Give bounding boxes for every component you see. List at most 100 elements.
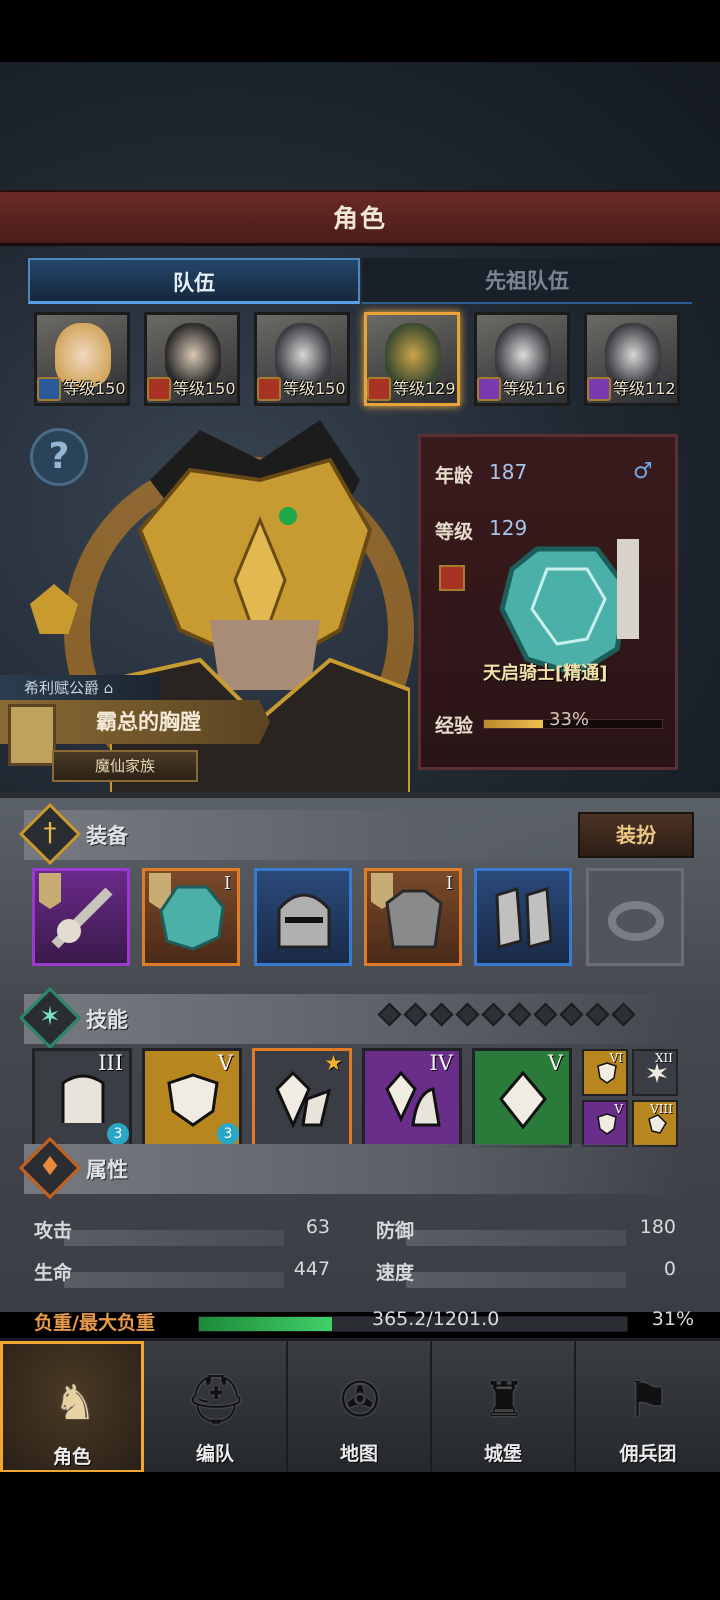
skill-point-pip [429, 1002, 454, 1027]
nav-character[interactable]: ♞ 角色 [0, 1341, 144, 1473]
equipment-title: 装备 [86, 824, 128, 848]
nav-label: 城堡 [483, 1443, 522, 1465]
skill-point-pip [533, 1002, 558, 1027]
nav-mercenaries[interactable]: ⚑ 佣兵团 [576, 1341, 720, 1473]
nav-formation[interactable]: ⛑ 编队 [144, 1341, 288, 1473]
roster-hero-1[interactable]: 等级150 [34, 312, 130, 406]
staff-weapon-icon [51, 887, 113, 949]
hero-level: 等级150 [63, 379, 126, 398]
dagger-icon: † [43, 818, 57, 848]
ring-icon [608, 901, 664, 941]
stat-label: 速度 [376, 1262, 415, 1284]
skill-point-pip [377, 1002, 402, 1027]
help-button[interactable]: ? [30, 428, 88, 486]
compass-icon: ✇ [339, 1372, 381, 1428]
skill-4[interactable]: IV [362, 1048, 462, 1148]
stat-defense: 防御 180 [376, 1216, 676, 1246]
skill-5[interactable]: V [472, 1048, 572, 1148]
nav-label: 佣兵团 [619, 1443, 677, 1465]
family-label: 魔仙家族 [52, 750, 198, 782]
equip-slot-helmet[interactable] [254, 868, 352, 966]
roster-hero-3[interactable]: 等级150 [254, 312, 350, 406]
dress-button[interactable]: 装扮 [578, 812, 694, 858]
load-row: 负重/最大负重 365.2/1201.0 31% [34, 1308, 694, 1338]
bottom-nav: ♞ 角色 ⛑ 编队 ✇ 地图 ♜ 城堡 ⚑ 佣兵团 [0, 1338, 720, 1473]
roster-hero-5[interactable]: 等级116 [474, 312, 570, 406]
load-percent: 31% [651, 1308, 694, 1330]
hero-name: 霸总的胸膛 [96, 710, 201, 734]
skill-rank: VIII [650, 1102, 673, 1116]
skill-points [377, 1002, 688, 1030]
hero-roster: 等级150 等级150 等级150 等级129 等级116 等级112 [34, 312, 684, 408]
stat-label: 攻击 [34, 1220, 73, 1242]
skill-point-pip [559, 1002, 584, 1027]
roster-hero-4[interactable]: 等级129 [364, 312, 460, 406]
tab-team[interactable]: 队伍 [28, 258, 360, 304]
hero-level: 等级112 [613, 379, 676, 398]
stat-speed: 速度 0 [376, 1258, 676, 1288]
stat-bar [64, 1230, 284, 1246]
skill-rank: V [614, 1102, 623, 1116]
level-label: 等级 [435, 521, 474, 543]
page-title: 角色 [332, 204, 387, 233]
stat-value: 180 [639, 1216, 676, 1238]
skill-point-pip [611, 1002, 636, 1027]
skill-rank: V [547, 1051, 563, 1075]
armor-icon [385, 889, 443, 949]
skill-badge: 3 [217, 1123, 239, 1145]
roster-hero-6[interactable]: 等级112 [584, 312, 680, 406]
attributes-title: 属性 [86, 1158, 128, 1182]
shield-icon [597, 1113, 617, 1135]
hero-info-panel: 年龄 187 ♂ 等级 129 天启骑士[精通] 经验 33% [418, 434, 678, 770]
equip-slot-ring[interactable] [586, 868, 684, 966]
passive-skill-4[interactable]: VIII [632, 1100, 678, 1147]
equip-slot-armor[interactable]: I [364, 868, 462, 966]
load-fill [199, 1317, 332, 1331]
passive-skill-2[interactable]: XII [632, 1049, 678, 1096]
exp-percent: 33% [549, 709, 590, 730]
house-label: 希利赋公爵 ⌂ [0, 675, 160, 701]
passive-skill-1[interactable]: VI [582, 1049, 628, 1096]
hero-level: 等级150 [173, 379, 236, 398]
hero-level: 等级116 [503, 379, 566, 398]
equip-slot-shield[interactable]: I [142, 868, 240, 966]
tab-ancestor-team[interactable]: 先祖队伍 [362, 258, 692, 304]
skill-point-pip [481, 1002, 506, 1027]
flame-icon: ♦ [38, 1152, 62, 1182]
skill-icon [275, 1070, 332, 1129]
skill-badge: 3 [107, 1123, 129, 1145]
equip-slot-boots[interactable] [474, 868, 572, 966]
passive-skill-3[interactable]: V [582, 1100, 628, 1147]
broken-shield-icon [648, 1114, 667, 1134]
skill-icon [385, 1070, 441, 1127]
unit-name: 天启骑士[精通] [483, 663, 608, 684]
status-bar-area [0, 0, 720, 62]
nav-label: 角色 [52, 1446, 91, 1468]
exp-fill [484, 720, 543, 728]
hero-level: 等级150 [283, 379, 346, 398]
skill-point-pip [403, 1002, 428, 1027]
star-badge-icon: ★ [324, 1051, 343, 1075]
attributes-header: ♦ 属性 [18, 1136, 684, 1200]
skill-icon [167, 1073, 219, 1127]
tree-emblem-icon [8, 704, 56, 766]
skill-rank: IV [429, 1051, 453, 1075]
skill-1[interactable]: III 3 [32, 1048, 132, 1148]
nav-castle[interactable]: ♜ 城堡 [432, 1341, 576, 1473]
nav-label: 编队 [195, 1443, 234, 1465]
skill-2[interactable]: V 3 [142, 1048, 242, 1148]
knight-icon: ♞ [53, 1375, 97, 1431]
horse-icon [257, 377, 281, 401]
nav-label: 地图 [339, 1443, 378, 1465]
gender-icon: ♂ [633, 459, 653, 484]
skill-point-pip [455, 1002, 480, 1027]
skill-point-pip [585, 1002, 610, 1027]
horse-icon [439, 565, 465, 591]
equip-slot-weapon[interactable] [32, 868, 130, 966]
burst-icon [647, 1063, 667, 1083]
skill-rank: XII [654, 1051, 673, 1065]
skill-3[interactable]: ★ [252, 1048, 352, 1148]
system-nav-area [0, 1472, 720, 1600]
nav-map[interactable]: ✇ 地图 [288, 1341, 432, 1473]
roster-hero-2[interactable]: 等级150 [144, 312, 240, 406]
